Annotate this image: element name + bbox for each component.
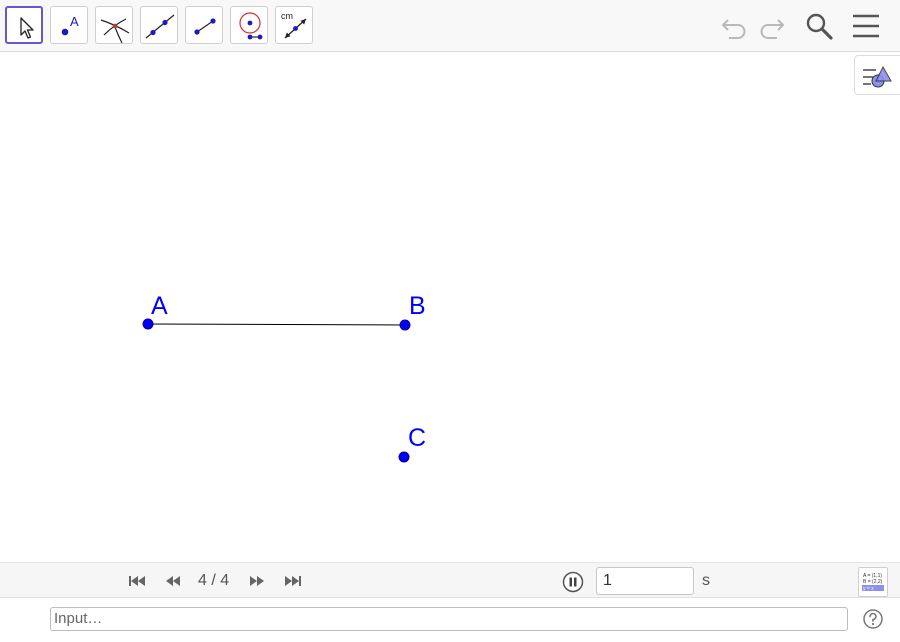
input-bar: Input… (0, 598, 900, 642)
point-tool-button[interactable]: A (50, 6, 88, 44)
search-icon (806, 13, 833, 40)
redo-button[interactable] (754, 9, 788, 43)
move-tool-button[interactable] (5, 6, 43, 44)
line-tool-button[interactable] (140, 6, 178, 44)
previous-slide-icon (166, 576, 180, 586)
previous-slide-button[interactable] (162, 572, 184, 590)
last-slide-icon (285, 576, 301, 586)
point-b[interactable] (399, 319, 411, 331)
svg-text:B = (2,2): B = (2,2) (863, 579, 883, 585)
algebra-input-field[interactable]: Input… (50, 607, 848, 631)
point-c-label: C (408, 424, 426, 452)
circle-center-point-icon (239, 12, 263, 40)
graphics-canvas[interactable]: A B C (0, 53, 900, 562)
segment-tool-button[interactable] (185, 6, 223, 44)
svg-text:cm: cm (281, 11, 293, 21)
next-slide-button[interactable] (246, 572, 268, 590)
slide-page-counter: 4 / 4 (198, 572, 230, 589)
help-icon (863, 609, 883, 629)
segment-ab[interactable] (147, 323, 406, 326)
next-slide-icon (250, 576, 264, 586)
svg-text:A: A (70, 14, 79, 29)
algebra-view-icon: A = (1,1) B = (2,2) y = x (862, 573, 884, 592)
svg-text:y = x: y = x (863, 586, 874, 592)
segment-icon (194, 18, 216, 35)
point-c[interactable] (398, 451, 410, 463)
graphics-style-bar-icon (863, 65, 892, 88)
intersect-icon (100, 18, 130, 44)
distance-icon: cm (281, 11, 307, 39)
algebra-view-toggle[interactable]: A = (1,1) B = (2,2) y = x (858, 567, 888, 597)
point-icon: A (61, 14, 79, 36)
pause-button[interactable] (562, 571, 584, 593)
graphics-view[interactable]: A B C (0, 53, 900, 562)
slide-duration-input[interactable]: 1 (596, 567, 694, 595)
circle-tool-button[interactable] (230, 6, 268, 44)
distance-tool-button[interactable]: cm (275, 6, 313, 44)
first-slide-icon (129, 576, 145, 586)
point-a-label: A (151, 292, 168, 320)
move-arrow-icon (20, 17, 34, 39)
last-slide-button[interactable] (282, 572, 304, 590)
search-button[interactable] (802, 9, 836, 43)
point-b-label: B (409, 292, 426, 320)
menu-icon (853, 14, 879, 38)
intersect-tool-button[interactable] (95, 6, 133, 44)
slide-playbar: 4 / 4 1 s A = (1,1) B = (2,2) y = x (0, 562, 900, 598)
pause-icon (562, 571, 584, 593)
main-menu-button[interactable] (849, 9, 883, 43)
input-help-button[interactable] (862, 608, 884, 630)
undo-button[interactable] (718, 9, 752, 43)
toolbar: A cm (0, 0, 900, 52)
first-slide-button[interactable] (126, 572, 148, 590)
undo-icon (722, 19, 746, 39)
line-icon (145, 14, 175, 39)
redo-icon (760, 19, 784, 39)
slide-duration-unit: s (702, 572, 710, 589)
point-a[interactable] (142, 318, 154, 330)
style-bar-toggle[interactable] (854, 55, 900, 95)
